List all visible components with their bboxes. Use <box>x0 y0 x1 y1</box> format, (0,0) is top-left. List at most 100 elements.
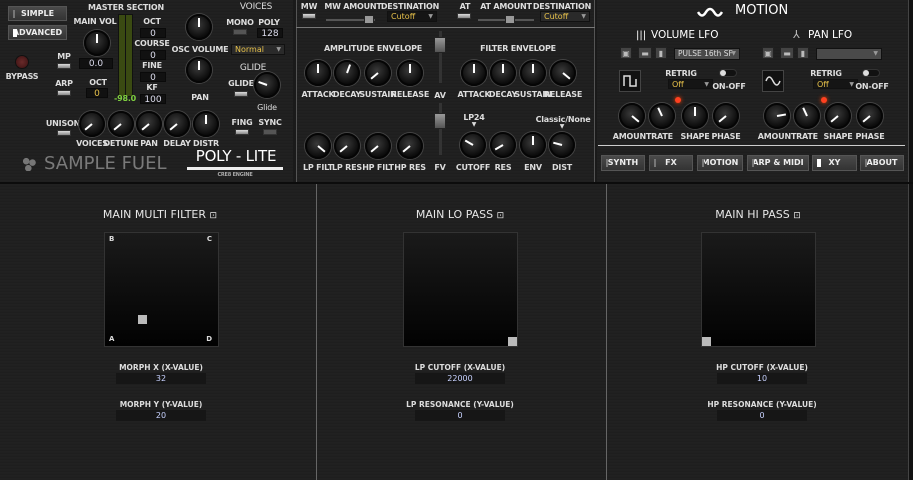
detune-knob[interactable] <box>108 111 134 137</box>
pan-rate-knob[interactable] <box>794 103 820 129</box>
main-vol-value[interactable]: 0.0 <box>79 58 113 69</box>
amp-release-knob[interactable] <box>397 60 423 86</box>
sync-label: SYNC <box>258 118 282 127</box>
xy1-x-value[interactable]: 32 <box>116 373 206 384</box>
at-destination-dropdown[interactable]: Cutoff <box>540 11 590 22</box>
main-vol-knob[interactable] <box>84 30 110 56</box>
filt-decay-knob[interactable] <box>490 60 516 86</box>
pan-shape-knob[interactable] <box>825 103 851 129</box>
vol-preset-dropdown[interactable]: PULSE 16th SF <box>674 48 740 60</box>
xy3-y-value[interactable]: 0 <box>717 410 807 421</box>
vol-amount-knob[interactable] <box>619 103 645 129</box>
at-amount-thumb[interactable] <box>505 15 515 24</box>
expand-icon[interactable]: ⊡ <box>793 211 801 221</box>
pan-preset-dropdown[interactable] <box>816 48 882 60</box>
xy1-pad[interactable]: B C A D <box>104 232 219 347</box>
amp-sustain-knob[interactable] <box>365 60 391 86</box>
cutoff-knob[interactable] <box>460 132 486 158</box>
poly-spinner[interactable]: 128 <box>257 28 283 39</box>
advanced-button[interactable]: ADVANCED <box>8 25 67 40</box>
voice-mode-dropdown[interactable]: Normal <box>231 44 285 55</box>
tab-synth[interactable]: SYNTH <box>601 155 645 171</box>
res-knob[interactable] <box>490 132 516 158</box>
at-switch[interactable] <box>457 13 471 19</box>
vol-rate-knob[interactable] <box>649 103 675 129</box>
oct-spinner[interactable]: 0 <box>86 88 108 99</box>
simple-button[interactable]: SIMPLE <box>8 6 67 21</box>
arp-switch[interactable] <box>57 90 71 96</box>
hp-res-knob[interactable] <box>397 133 423 159</box>
delay-knob[interactable] <box>164 111 190 137</box>
oct2-spinner[interactable]: 0 <box>140 28 166 39</box>
xy1-handle[interactable] <box>138 315 147 324</box>
voices-knob[interactable] <box>79 111 105 137</box>
tab-arp-midi[interactable]: ARP & MIDI <box>747 155 809 171</box>
at-amount-slider[interactable] <box>478 15 534 24</box>
filt-attack-knob[interactable] <box>461 60 487 86</box>
fv-slider-track[interactable] <box>439 103 442 155</box>
mw-amount-thumb[interactable] <box>364 15 374 24</box>
pan-retrig-dropdown[interactable]: Off <box>813 79 858 90</box>
at-amount-label: AT AMOUNT <box>480 2 532 11</box>
amp-decay-knob[interactable] <box>334 60 360 86</box>
amp-attack-knob[interactable] <box>305 60 331 86</box>
tab-xy[interactable]: XY <box>812 155 857 171</box>
mp-switch[interactable] <box>57 63 71 69</box>
vol-retrig-dropdown[interactable]: Off <box>668 79 713 90</box>
xy3-handle[interactable] <box>702 337 711 346</box>
sync-switch[interactable] <box>263 129 277 135</box>
lp-res-knob[interactable] <box>334 133 360 159</box>
hp-filt-knob[interactable] <box>365 133 391 159</box>
pan-amount-knob[interactable] <box>764 103 790 129</box>
xy2-y-value[interactable]: 0 <box>415 410 505 421</box>
av-slider-thumb[interactable] <box>434 37 446 53</box>
pan-on-off-toggle[interactable] <box>862 69 880 77</box>
tab-motion[interactable]: MOTION <box>697 155 743 171</box>
mono-switch[interactable] <box>233 29 247 35</box>
bypass-button[interactable] <box>15 55 29 69</box>
xy2-x-value[interactable]: 22000 <box>415 373 505 384</box>
pan-phase-knob[interactable] <box>857 103 883 129</box>
xy3-pad[interactable] <box>701 232 816 347</box>
unison-switch[interactable] <box>57 130 71 136</box>
mw-amount-slider[interactable] <box>326 15 375 24</box>
mw-switch[interactable] <box>302 13 316 19</box>
pan-trash-icon[interactable]: ▮ <box>797 47 809 59</box>
vol-shape-knob[interactable] <box>682 103 708 129</box>
filt-sustain-knob[interactable] <box>520 60 546 86</box>
pan-folder-icon[interactable]: ▬ <box>780 47 794 59</box>
expand-icon[interactable]: ⊡ <box>210 211 218 221</box>
dist-type-arrow-icon: ▼ <box>559 123 565 130</box>
unison-pan-knob[interactable] <box>136 111 162 137</box>
dist-knob[interactable] <box>549 132 575 158</box>
xy3-x-value[interactable]: 10 <box>717 373 807 384</box>
mw-destination-dropdown[interactable]: Cutoff <box>387 11 437 22</box>
vol-trash-icon[interactable]: ▮ <box>655 47 667 59</box>
fine-spinner[interactable]: 0 <box>140 72 166 83</box>
fv-slider-thumb[interactable] <box>434 113 446 129</box>
expand-icon[interactable]: ⊡ <box>497 211 505 221</box>
osc-volume-knob[interactable] <box>186 14 212 40</box>
pan-save-icon[interactable]: ▣ <box>762 47 774 59</box>
vol-on-off-toggle[interactable] <box>719 69 737 77</box>
pan-knob[interactable] <box>186 57 212 83</box>
tab-about[interactable]: ABOUT <box>860 155 904 171</box>
xy2-pad[interactable] <box>403 232 518 347</box>
xy1-y-value[interactable]: 20 <box>116 410 206 421</box>
fing-switch[interactable] <box>235 129 249 135</box>
tab-fx[interactable]: FX <box>649 155 693 171</box>
square-wave-shape-button[interactable] <box>619 70 641 92</box>
glide-switch[interactable] <box>234 91 248 97</box>
kf-spinner[interactable]: 100 <box>140 94 166 105</box>
vol-save-icon[interactable]: ▣ <box>620 47 632 59</box>
xy2-handle[interactable] <box>508 337 517 346</box>
glide-knob[interactable] <box>254 72 280 98</box>
distr-knob[interactable] <box>193 111 219 137</box>
vol-phase-knob[interactable] <box>713 103 739 129</box>
sine-wave-shape-button[interactable] <box>762 70 784 92</box>
lp-filt-knob[interactable] <box>305 133 331 159</box>
env-knob[interactable] <box>520 132 546 158</box>
course-spinner[interactable]: 0 <box>140 50 166 61</box>
filt-release-knob[interactable] <box>550 60 576 86</box>
vol-folder-icon[interactable]: ▬ <box>638 47 652 59</box>
